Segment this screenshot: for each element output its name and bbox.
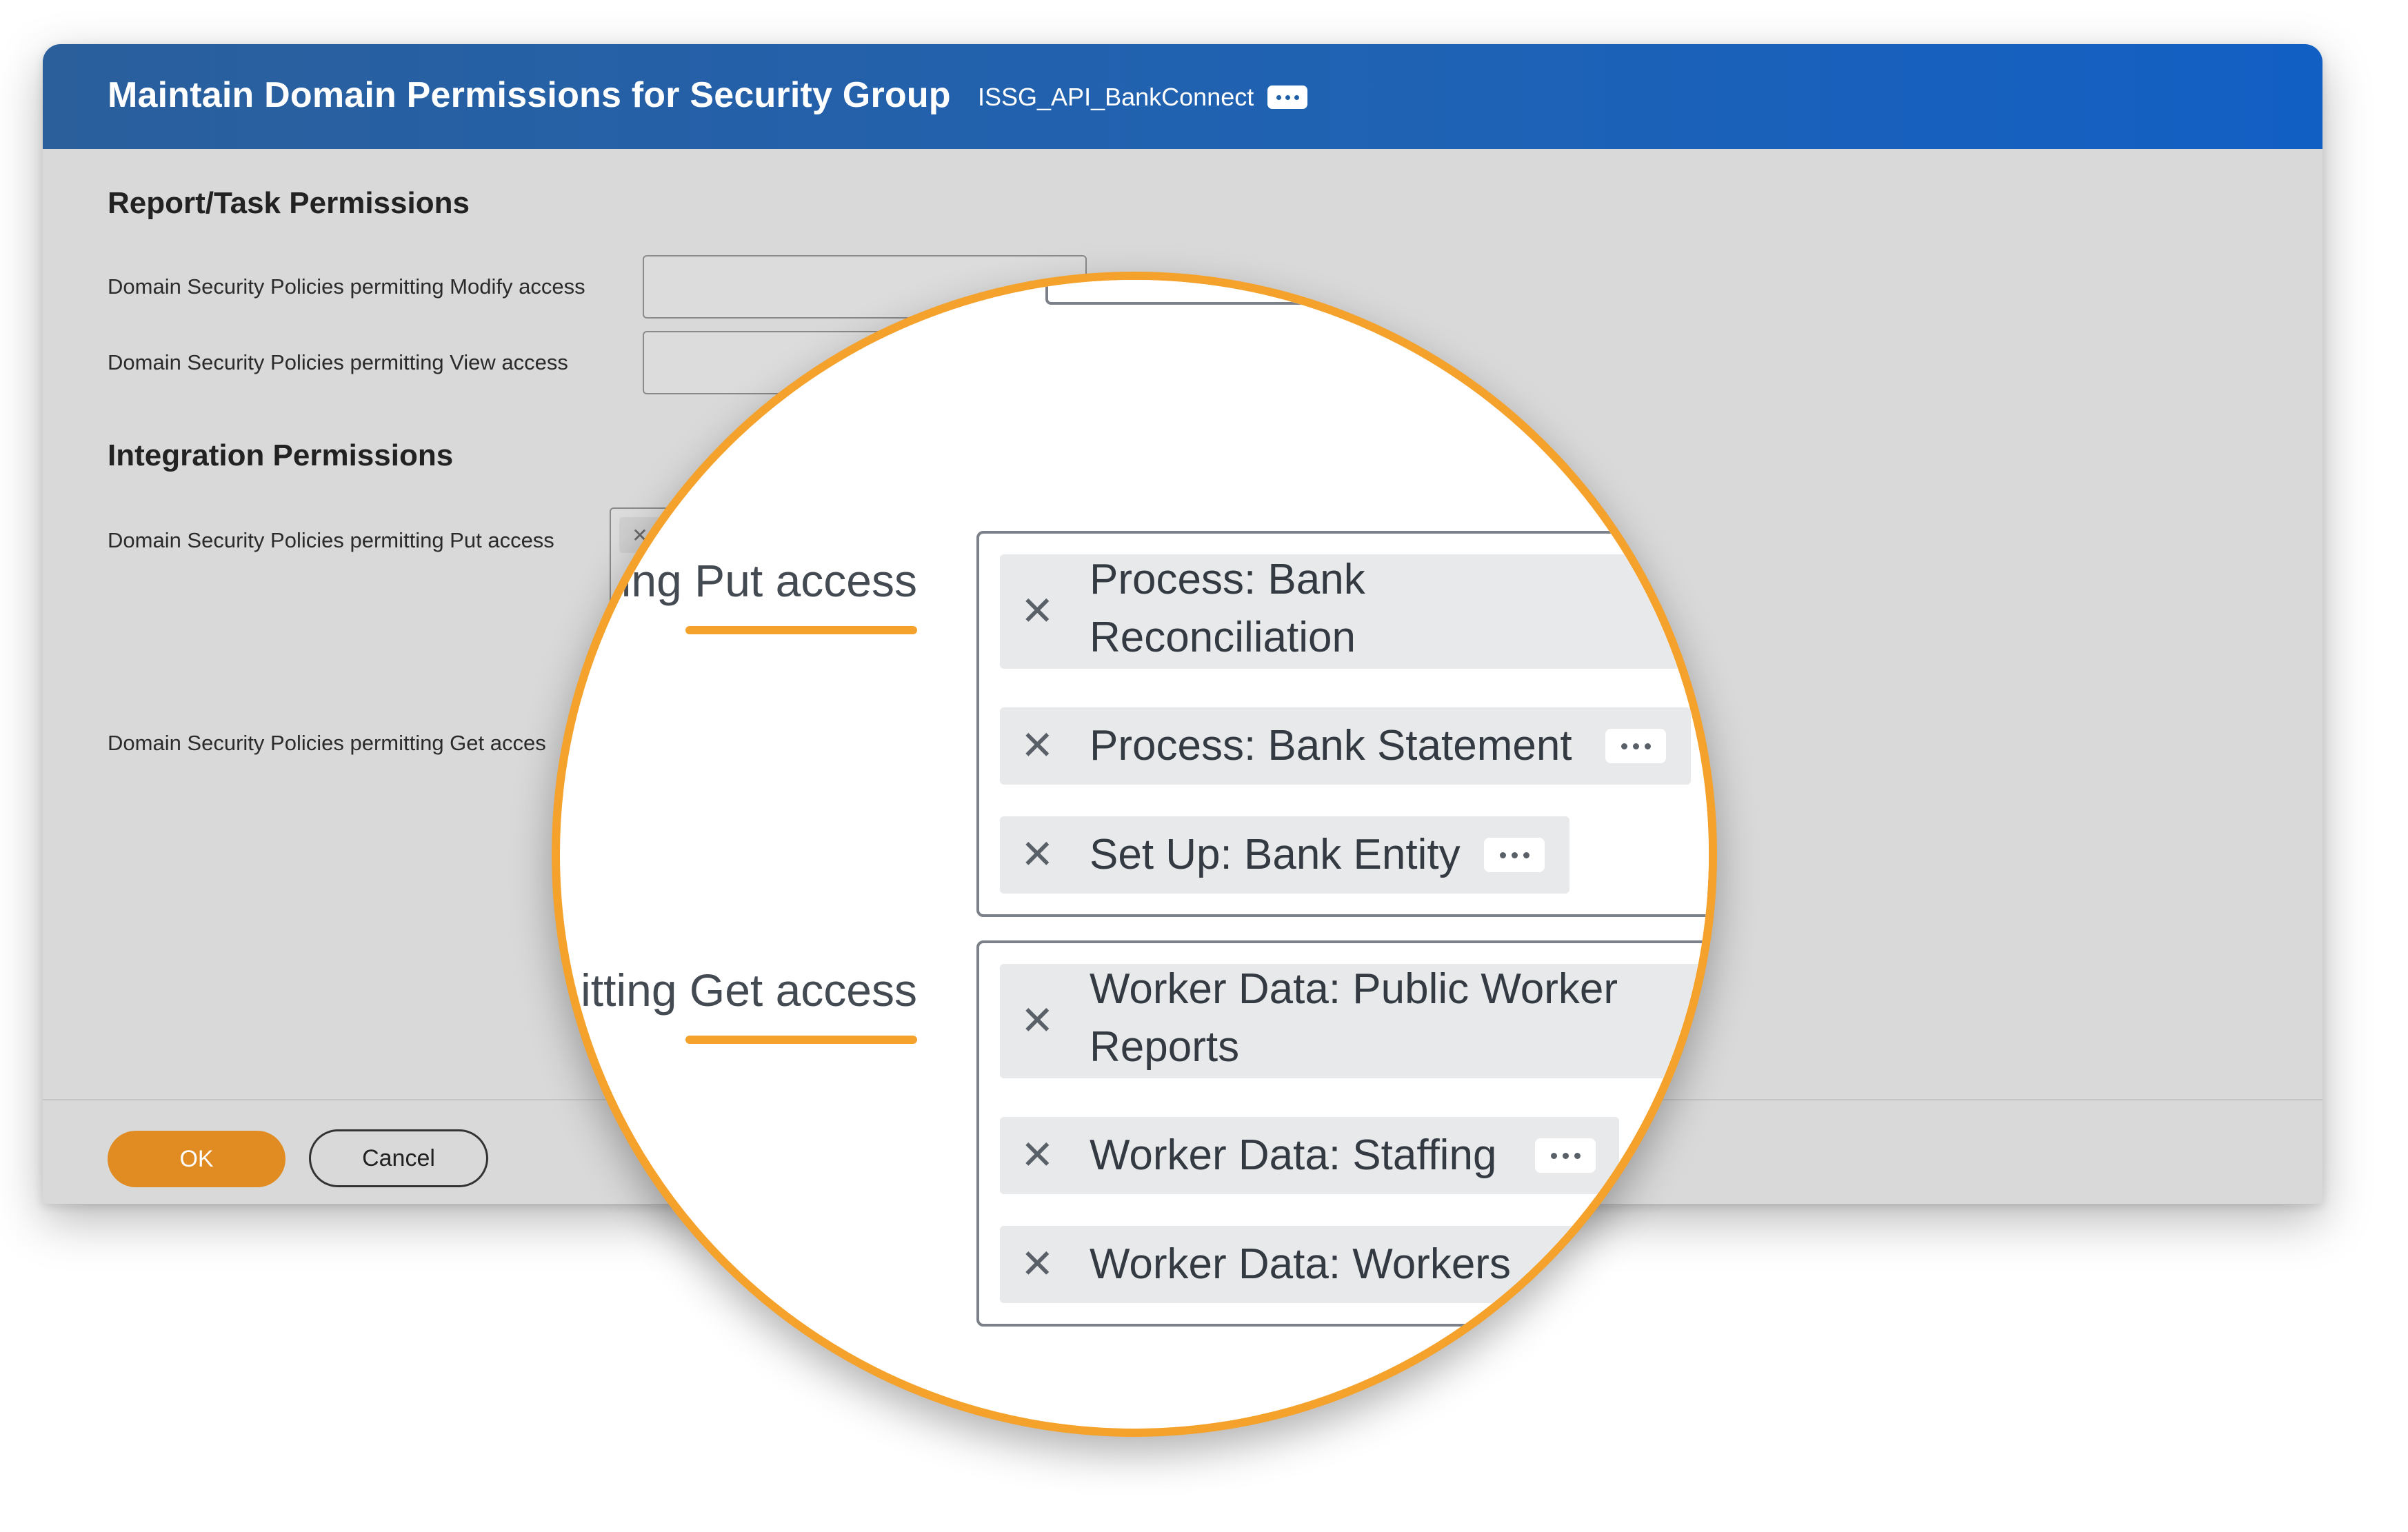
tag-chip: ✕ Process: Bank Statement — [1000, 707, 1691, 785]
tag-label: Set Up: Bank Entity — [1090, 831, 1461, 878]
tag-label: Worker Data: Workers — [1090, 1240, 1511, 1288]
security-group-link[interactable]: ISSG_API_BankConnect — [978, 83, 1254, 112]
remove-tag-icon[interactable]: ✕ — [1021, 1136, 1054, 1176]
get-access-underline — [685, 1036, 917, 1044]
tag-chip: ✕ Set Up: Bank Entity — [1000, 816, 1569, 894]
remove-tag-icon[interactable]: ✕ — [1021, 592, 1054, 632]
zoomed-put-access-field[interactable]: ✕ Process: Bank Reconciliation ✕ Process… — [976, 531, 1709, 917]
tag-label: Worker Data: Public Worker — [1090, 965, 1618, 1013]
ellipsis-icon[interactable] — [1605, 729, 1666, 763]
ellipsis-icon[interactable] — [1484, 838, 1545, 872]
tag-label: Reconciliation — [1090, 614, 1356, 661]
tag-label: Worker Data: Staffing — [1090, 1131, 1497, 1179]
remove-tag-icon[interactable]: ✕ — [1021, 1001, 1054, 1041]
remove-tag-icon[interactable]: ✕ — [1021, 1244, 1054, 1284]
tag-label: Reports — [1090, 1023, 1240, 1071]
put-access-underline — [685, 626, 917, 634]
page-title: Maintain Domain Permissions for Security… — [108, 75, 951, 115]
integration-section-title: Integration Permissions — [108, 439, 454, 472]
get-access-label: Domain Security Policies permitting Get … — [108, 731, 546, 755]
tag-chip: ✕ Worker Data: Workers — [1000, 1226, 1689, 1303]
report-task-section-title: Report/Task Permissions — [108, 186, 470, 220]
tag-chip: ✕ Process: Bank Reconciliation — [1000, 554, 1709, 669]
ok-button[interactable]: OK — [108, 1131, 285, 1187]
remove-tag-icon[interactable]: ✕ — [1021, 835, 1054, 875]
magnifier-lens: tting Put access ✕ Process: Bank Reconci… — [552, 272, 1717, 1437]
zoomed-get-access-label: itting Get access — [581, 965, 917, 1016]
tag-chip: ✕ Worker Data: Public Worker Reports — [1000, 964, 1709, 1078]
remove-tag-icon[interactable]: ✕ — [1021, 726, 1054, 766]
tag-label: Process: Bank Statement — [1090, 722, 1572, 769]
tag-chip: ✕ Worker Data: Staffing — [1000, 1117, 1619, 1194]
ellipsis-icon[interactable] — [1267, 85, 1307, 109]
zoomed-put-access-label: tting Put access — [596, 555, 917, 606]
view-access-label: Domain Security Policies permitting View… — [108, 350, 568, 374]
tag-label: Process: Bank — [1090, 556, 1365, 603]
ellipsis-icon[interactable] — [1535, 1138, 1596, 1173]
modify-access-label: Domain Security Policies permitting Modi… — [108, 274, 585, 299]
window-header: Maintain Domain Permissions for Security… — [43, 44, 2322, 149]
zoomed-get-access-field[interactable]: ✕ Worker Data: Public Worker Reports ✕ W… — [976, 940, 1709, 1327]
cancel-button[interactable]: Cancel — [309, 1129, 488, 1187]
put-access-label: Domain Security Policies permitting Put … — [108, 528, 554, 552]
